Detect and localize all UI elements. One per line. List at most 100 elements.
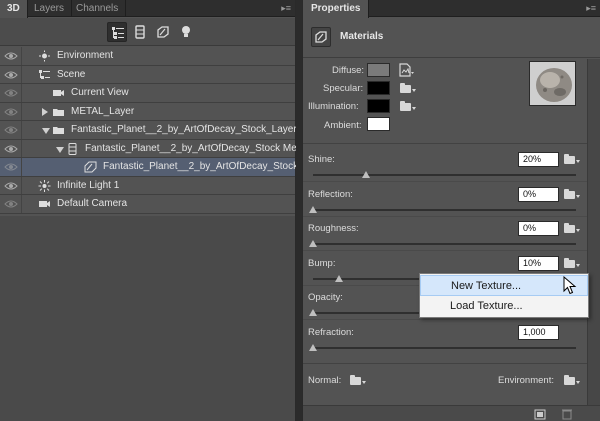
eye-icon [4, 198, 18, 210]
mesh-filter-button[interactable] [130, 22, 150, 42]
tree-row[interactable]: Default Camera [0, 195, 295, 214]
slider-thumb[interactable] [361, 171, 370, 178]
visibility-toggle[interactable] [0, 84, 22, 102]
row-divider [303, 181, 587, 182]
panel-menu-icon[interactable]: ▸≡ [281, 2, 291, 14]
folder-icon[interactable] [564, 188, 580, 200]
light-filter-button[interactable] [176, 22, 196, 42]
properties-panel: Properties ▸≡ Materials Diffuse: Specula… [302, 0, 600, 421]
illumination-color-swatch[interactable] [367, 99, 390, 113]
3d-panel: 3D Layers Channels ▸≡ Environment Scene … [0, 0, 307, 421]
slider-track[interactable] [313, 346, 576, 349]
rock-sphere-preview [530, 62, 575, 105]
scene-filter-button[interactable] [107, 22, 127, 42]
material-icon [84, 161, 97, 173]
camera-icon [38, 198, 51, 210]
slider-thumb[interactable] [309, 205, 317, 213]
folder-icon [52, 106, 65, 118]
material-filter-button[interactable] [153, 22, 173, 42]
slider-value-field[interactable]: 1,000 [518, 324, 559, 340]
slider-label: Roughness: [308, 223, 359, 234]
visibility-toggle[interactable] [0, 176, 22, 194]
3d-scene-tree: Environment Scene Current View METAL_Layer F… [0, 47, 307, 214]
diffuse-color-swatch[interactable] [367, 63, 390, 77]
diffuse-label: Diffuse: [332, 65, 365, 76]
tab-layers[interactable]: Layers [27, 0, 73, 17]
slider-label: Bump: [308, 257, 336, 269]
tree-row[interactable]: Infinite Light 1 [0, 176, 295, 195]
scene-icon [112, 27, 124, 39]
tree-row-label: Fantastic_Planet__2_by_ArtOfDecay_Stock … [85, 142, 308, 154]
slider-label: Opacity: [308, 292, 343, 303]
menu-item-load-texture[interactable]: Load Texture... [420, 296, 588, 317]
tab-properties[interactable]: Properties [303, 0, 370, 18]
slider-value-field[interactable]: 10% [518, 255, 559, 271]
slider-thumb[interactable] [309, 343, 317, 351]
folder-icon[interactable] [564, 222, 580, 234]
slider-thumb[interactable] [335, 274, 344, 282]
normal-label: Normal: [308, 375, 342, 386]
tree-row[interactable]: Fantastic_Planet__2_by_ArtOfDecay_Stock … [0, 139, 307, 158]
left-tab-bar: 3D Layers Channels ▸≡ [0, 0, 295, 18]
slider-value-field[interactable]: 0% [518, 186, 559, 202]
tree-row[interactable]: Scene [0, 65, 295, 84]
visibility-toggle[interactable] [0, 65, 22, 83]
tree-row[interactable]: Current View [0, 84, 295, 103]
right-tab-bar: Properties ▸≡ [303, 0, 600, 18]
materials-properties: Diffuse: Specular: Illumination: Ambient… [303, 59, 587, 405]
row-divider [303, 250, 587, 251]
trash-icon[interactable] [561, 408, 573, 420]
visibility-toggle[interactable] [0, 195, 22, 213]
folder-icon[interactable] [400, 82, 416, 94]
visibility-toggle[interactable] [0, 47, 22, 65]
texture-file-icon[interactable] [399, 63, 415, 77]
tree-row[interactable]: Fantastic_Planet__2_by_ArtOfDecay_Stock [0, 158, 299, 177]
eye-icon [4, 50, 18, 62]
slider-track[interactable] [313, 174, 576, 176]
new-item-icon[interactable] [534, 408, 546, 420]
light-icon [38, 179, 51, 192]
tree-row[interactable]: Fantastic_Planet__2_by_ArtOfDecay_Stock_… [0, 121, 297, 140]
folder-icon[interactable] [564, 374, 580, 386]
slider-label: Refraction: [308, 326, 354, 338]
folder-icon[interactable] [400, 100, 416, 112]
visibility-toggle[interactable] [0, 139, 22, 157]
tree-row-label: Environment [57, 50, 114, 61]
tree-row-label: Fantastic_Planet__2_by_ArtOfDecay_Stock [103, 161, 299, 172]
slider-thumb[interactable] [309, 309, 317, 316]
visibility-toggle[interactable] [0, 158, 22, 176]
tree-row-label: Default Camera [57, 198, 128, 209]
collapse-arrow-icon[interactable] [42, 128, 50, 134]
material-preview-thumbnail[interactable] [529, 61, 576, 106]
slider-value-field[interactable]: 20% [518, 152, 559, 167]
specular-color-swatch[interactable] [367, 81, 390, 95]
ambient-color-swatch[interactable] [367, 117, 390, 131]
folder-icon[interactable] [350, 374, 366, 386]
eye-icon [4, 106, 18, 118]
slider-track[interactable] [313, 243, 576, 245]
panel-footer [303, 405, 600, 421]
tree-row[interactable]: Environment [0, 47, 295, 66]
tree-row-label: Scene [57, 68, 86, 80]
eye-icon [4, 124, 18, 136]
panel-menu-icon[interactable]: ▸≡ [586, 2, 596, 14]
tab-3d[interactable]: 3D [0, 0, 28, 18]
material-icon [157, 26, 169, 38]
eye-icon [4, 87, 18, 99]
folder-icon[interactable] [564, 153, 580, 165]
vertical-scrollbar[interactable] [587, 59, 600, 405]
collapse-arrow-icon[interactable] [56, 146, 64, 153]
tab-channels[interactable]: Channels [69, 0, 127, 17]
eye-icon [4, 69, 18, 81]
expand-arrow-icon[interactable] [42, 107, 48, 116]
materials-header: Materials [303, 18, 600, 58]
slider-value-field[interactable]: 0% [518, 221, 559, 236]
visibility-toggle[interactable] [0, 102, 22, 120]
row-divider [303, 319, 587, 320]
slider-thumb[interactable] [309, 240, 317, 247]
visibility-toggle[interactable] [0, 121, 22, 139]
tree-row[interactable]: METAL_Layer [0, 102, 295, 121]
folder-icon[interactable] [564, 257, 580, 269]
mouse-cursor-icon [563, 276, 577, 295]
slider-track[interactable] [313, 208, 576, 211]
